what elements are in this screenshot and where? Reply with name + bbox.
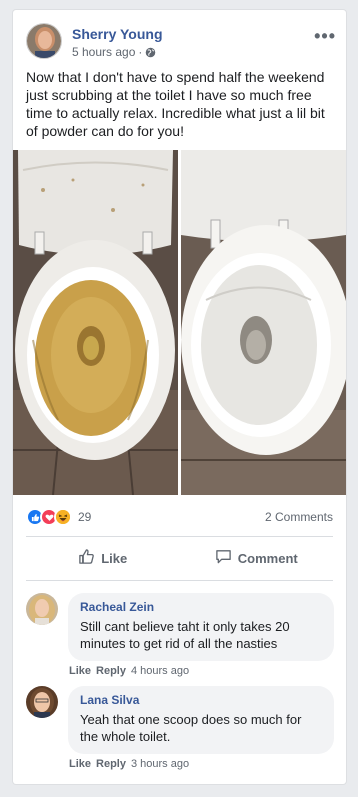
meta-separator: · (138, 45, 143, 59)
reaction-summary[interactable]: 29 (26, 507, 91, 527)
comments-count-link[interactable]: 2 Comments (265, 510, 333, 524)
post-time[interactable]: 5 hours ago (72, 45, 135, 59)
comment-label: Comment (237, 550, 298, 566)
commenter-avatar[interactable] (26, 686, 58, 718)
comment-bubble: Lana Silva Yeah that one scoop does so m… (68, 686, 334, 754)
speech-bubble-icon (215, 548, 232, 568)
divider (26, 580, 333, 581)
commenter-name[interactable]: Racheal Zein (80, 600, 322, 614)
like-button[interactable]: Like (26, 538, 180, 578)
reaction-count[interactable]: 29 (78, 510, 91, 524)
comment-like-link[interactable]: Like (69, 758, 91, 770)
comment-bubble: Racheal Zein Still cant believe taht it … (68, 593, 334, 661)
comment-button[interactable]: Comment (180, 538, 334, 578)
comment-time[interactable]: 3 hours ago (131, 758, 189, 770)
post-header: Sherry Young 5 hours ago · ••• (26, 23, 336, 63)
thumbs-up-icon (78, 548, 95, 568)
before-photo[interactable] (13, 150, 178, 495)
post-actions: Like Comment (26, 538, 333, 578)
author-name[interactable]: Sherry Young (72, 26, 163, 42)
comment-reply-link[interactable]: Reply (96, 665, 126, 677)
commenter-name[interactable]: Lana Silva (80, 693, 322, 707)
divider (26, 536, 333, 537)
comment-reply-link[interactable]: Reply (96, 758, 126, 770)
like-label: Like (101, 550, 128, 566)
comment-like-link[interactable]: Like (69, 665, 91, 677)
haha-reaction-icon (54, 508, 72, 526)
more-options-icon[interactable]: ••• (314, 27, 336, 45)
comment-time[interactable]: 4 hours ago (131, 665, 189, 677)
comment-text: Yeah that one scoop does so much for the… (80, 712, 302, 744)
post-meta: 5 hours ago · (72, 45, 156, 59)
author-avatar[interactable] (26, 23, 62, 59)
comment-text: Still cant believe taht it only takes 20… (80, 619, 290, 651)
after-photo[interactable] (181, 150, 346, 495)
commenter-avatar[interactable] (26, 593, 58, 625)
post-photos[interactable] (13, 150, 346, 495)
comment-actions: Like Reply 4 hours ago (69, 665, 189, 677)
comment-actions: Like Reply 3 hours ago (69, 758, 189, 770)
post-text: Now that I don't have to spend half the … (26, 69, 325, 139)
post-card: Sherry Young 5 hours ago · ••• Now that … (13, 10, 346, 784)
globe-icon (145, 47, 156, 58)
